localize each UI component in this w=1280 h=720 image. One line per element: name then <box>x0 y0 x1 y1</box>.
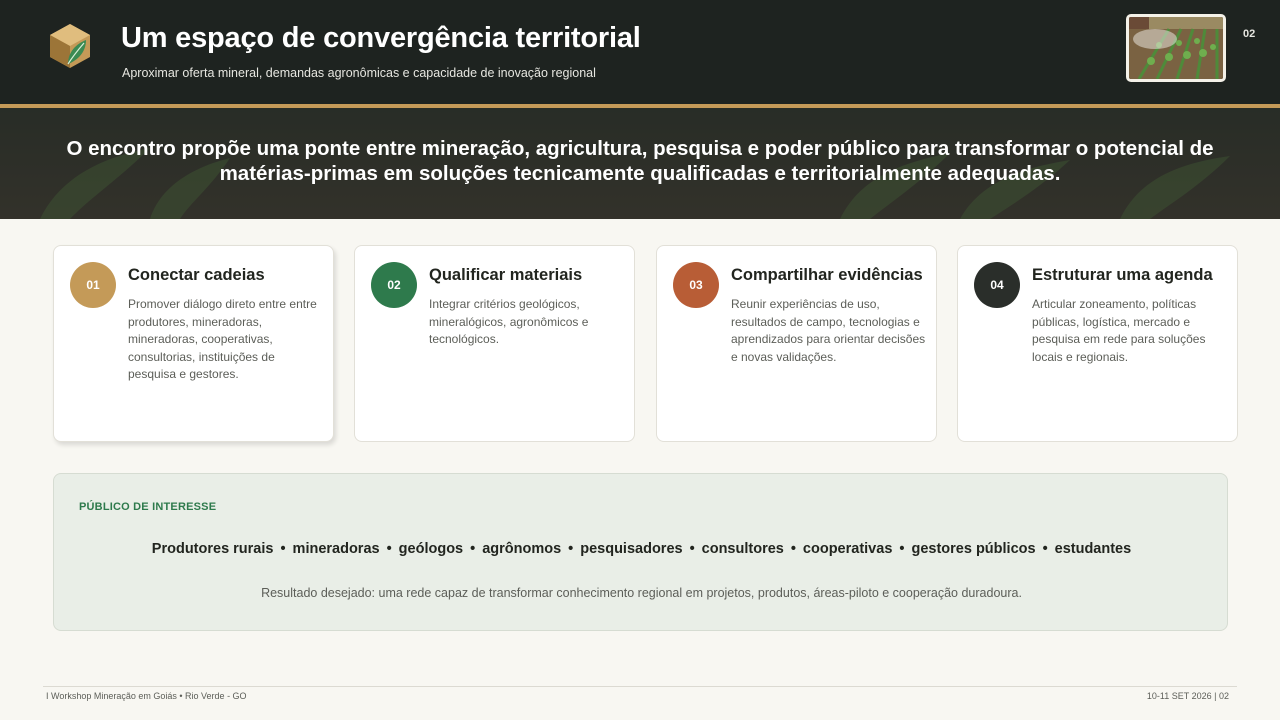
card-number-badge: 04 <box>974 262 1020 308</box>
card-title: Compartilhar evidências <box>731 266 923 284</box>
audience-item: estudantes <box>1054 541 1132 557</box>
card-qualificar-materiais: 02 Qualificar materiais Integrar critéri… <box>354 245 635 442</box>
bullet-separator: • <box>470 541 476 557</box>
audience-label: PÚBLICO DE INTERESSE <box>79 501 217 513</box>
card-description: Articular zoneamento, políticas públicas… <box>1032 297 1206 364</box>
bullet-separator: • <box>280 541 286 557</box>
bullet-separator: • <box>568 541 574 557</box>
audience-item: mineradoras <box>292 541 380 557</box>
card-description: Reunir experiências de uso, resultados d… <box>731 297 926 364</box>
page-number: 02 <box>1243 28 1256 40</box>
card-title: Qualificar materiais <box>429 266 583 284</box>
card-conectar-cadeias: 01 Conectar cadeias Promover diálogo dir… <box>53 245 334 442</box>
desired-result: Resultado desejado: uma rede capaz de tr… <box>261 586 1022 600</box>
footer-divider <box>43 686 1237 687</box>
page-subtitle: Aproximar oferta mineral, demandas agron… <box>122 66 596 80</box>
card-compartilhar-evidencias: 03 Compartilhar evidências Reunir experi… <box>656 245 937 442</box>
bullet-separator: • <box>899 541 905 557</box>
bullet-separator: • <box>689 541 695 557</box>
header-bar: Um espaço de convergência territorial Ap… <box>0 0 1280 104</box>
card-title: Conectar cadeias <box>128 266 265 284</box>
footer-date-page: 10-11 SET 2026 | 02 <box>1146 691 1229 701</box>
bullet-separator: • <box>1042 541 1048 557</box>
card-description: Promover diálogo direto entre entre prod… <box>128 297 317 381</box>
card-number-badge: 01 <box>70 262 116 308</box>
hexagon-leaf-logo-icon <box>50 24 90 68</box>
hero-banner: O encontro propõe uma ponte entre minera… <box>0 108 1280 219</box>
audience-item: agrônomos <box>482 541 562 557</box>
audience-list: Produtores rurais • mineradoras • geólogos • a… <box>54 541 1229 557</box>
bullet-separator: • <box>386 541 392 557</box>
card-estruturar-agenda: 04 Estruturar uma agenda Articular zonea… <box>957 245 1238 442</box>
bullet-separator: • <box>790 541 796 557</box>
audience-item: pesquisadores <box>580 541 683 557</box>
audience-item: gestores públicos <box>911 541 1036 557</box>
footer-event-info: I Workshop Mineração em Goiás • Rio Verd… <box>46 691 247 701</box>
audience-item: geólogos <box>398 541 464 557</box>
audience-item: cooperativas <box>802 541 893 557</box>
page-title: Um espaço de convergência territorial <box>121 22 641 54</box>
card-number-badge: 03 <box>673 262 719 308</box>
card-title: Estruturar uma agenda <box>1032 266 1213 284</box>
audience-item: consultores <box>701 541 784 557</box>
card-number-badge: 02 <box>371 262 417 308</box>
banner-statement: O encontro propõe uma ponte entre minera… <box>66 137 1214 185</box>
audience-item: Produtores rurais <box>151 541 274 557</box>
audience-panel: PÚBLICO DE INTERESSE Produtores rurais • m… <box>53 473 1228 631</box>
crop-field-photo <box>1126 14 1226 82</box>
card-description: Integrar critérios geológicos, mineralóg… <box>429 297 589 346</box>
